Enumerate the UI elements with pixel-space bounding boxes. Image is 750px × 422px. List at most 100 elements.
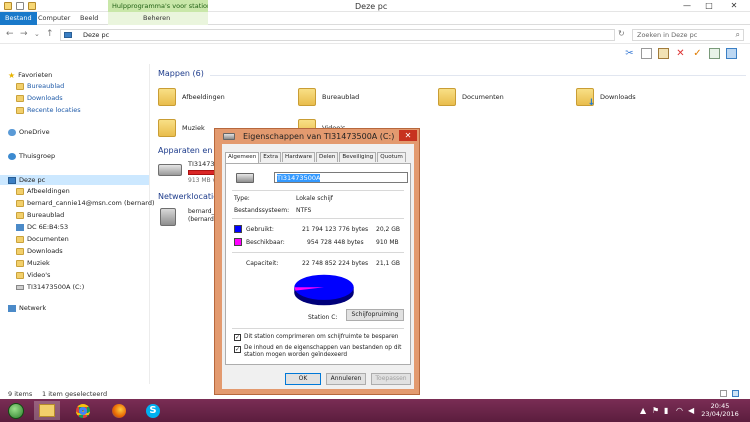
checkmark-icon[interactable]: ✓ (692, 48, 703, 59)
folder-documenten[interactable]: Documenten (438, 84, 568, 110)
taskbar-chrome[interactable] (70, 401, 96, 420)
used-label: Gebruikt: (246, 226, 274, 233)
chrome-icon (76, 403, 90, 418)
index-label: De inhoud en de eigenschappen van bestan… (244, 345, 402, 358)
search-placeholder: Zoeken in Deze pc (637, 31, 698, 39)
new-folder-quick-icon[interactable] (28, 2, 36, 10)
drive-usage-bar (188, 170, 216, 175)
nav-item-videos[interactable]: Video's (16, 271, 50, 279)
tab-beeld[interactable]: Beeld (80, 12, 98, 25)
refresh-icon[interactable]: ↻ (618, 29, 625, 38)
apply-button[interactable]: Toepassen (371, 373, 411, 385)
music-icon (16, 259, 24, 267)
nav-this-pc[interactable]: Deze pc (0, 175, 149, 185)
nav-item-recent[interactable]: Recente locaties (16, 106, 81, 114)
tab-hardware[interactable]: Hardware (282, 152, 316, 162)
folder-afbeeldingen[interactable]: Afbeeldingen (158, 84, 288, 110)
nav-network[interactable]: Netwerk (8, 304, 46, 312)
documents-icon (16, 235, 24, 243)
free-mb: 910 MB (376, 239, 399, 246)
tab-delen[interactable]: Delen (316, 152, 339, 162)
compress-checkbox[interactable]: ✓ (234, 334, 241, 341)
ok-button[interactable]: OK (285, 373, 321, 385)
address-bar[interactable]: Deze pc (60, 29, 615, 41)
up-arrow-icon[interactable]: ↑ (46, 29, 54, 39)
taskbar-firefox[interactable] (106, 401, 132, 420)
network-section-header[interactable]: Netwerklocatie (158, 192, 218, 201)
cut-icon[interactable]: ✂ (624, 48, 635, 59)
nav-item-documenten[interactable]: Documenten (16, 235, 69, 243)
disk-usage-pie (294, 274, 354, 306)
drive-label-input[interactable]: TI31473500A (274, 172, 408, 183)
nav-item-drive-c[interactable]: TI31473500A (C:) (16, 283, 84, 291)
tab-beheren[interactable]: Beheren (143, 12, 170, 25)
details-view-icon[interactable] (720, 390, 727, 397)
folder-bureaublad[interactable]: Bureaublad (298, 84, 428, 110)
tray-network-icon[interactable]: ▮ (664, 406, 668, 415)
drive-title-icon (223, 133, 235, 140)
close-button[interactable]: ✕ (720, 0, 748, 11)
copy-icon[interactable] (641, 48, 652, 59)
status-item-count: 9 items (8, 390, 33, 398)
taskbar-explorer[interactable] (34, 401, 60, 420)
tab-algemeen[interactable]: Algemeen (225, 152, 260, 163)
forward-arrow-icon[interactable]: → (20, 29, 28, 39)
nav-favorites[interactable]: ★ Favorieten (8, 71, 52, 79)
tray-volume-icon[interactable]: ◀ (688, 406, 694, 415)
nav-item-muziek[interactable]: Muziek (16, 259, 50, 267)
cancel-button[interactable]: Annuleren (326, 373, 366, 385)
computer-tool-icon[interactable] (726, 48, 737, 59)
tab-extra[interactable]: Extra (260, 152, 282, 162)
folder-downloads[interactable]: Downloads (576, 84, 706, 110)
tab-beveiliging[interactable]: Beveiliging (339, 152, 377, 162)
folder-icon (438, 88, 456, 106)
tray-flag-icon[interactable]: ⚑ (652, 406, 659, 415)
maximize-button[interactable]: □ (698, 0, 720, 11)
tiles-view-icon[interactable] (732, 390, 739, 397)
quick-access-icon[interactable] (4, 2, 12, 10)
nav-item-bureaublad[interactable]: Bureaublad (16, 82, 64, 90)
back-arrow-icon[interactable]: ← (6, 29, 14, 39)
nav-item-downloads[interactable]: Downloads (16, 94, 63, 102)
start-orb-icon (8, 402, 24, 419)
recent-chevron-icon[interactable]: ⌄ (34, 30, 40, 38)
folders-section-header[interactable]: Mappen (6) (158, 69, 204, 78)
nav-item-dc[interactable]: DC 6E:B4:53 (16, 223, 68, 231)
network-icon (8, 304, 16, 312)
taskbar-skype[interactable]: S (140, 401, 166, 420)
dialog-body: Algemeen Extra Hardware Delen Beveiligin… (222, 144, 414, 389)
start-button[interactable] (3, 401, 29, 420)
minimize-button[interactable]: — (676, 0, 698, 11)
nav-item-afbeeldingen[interactable]: Afbeeldingen (16, 187, 70, 195)
computer-icon (64, 32, 72, 38)
delete-icon[interactable]: ✕ (675, 48, 686, 59)
nav-item-bureaublad-pc[interactable]: Bureaublad (16, 211, 64, 219)
tray-chevron-icon[interactable]: ▲ (640, 406, 646, 415)
tray-wifi-icon[interactable]: ◠ (676, 406, 683, 415)
search-input[interactable]: Zoeken in Deze pc ⌕ (632, 29, 744, 41)
hard-drive-icon (158, 164, 182, 176)
divider (232, 190, 404, 191)
nav-item-downloads-pc[interactable]: Downloads (16, 247, 63, 255)
devices-section-header[interactable]: Apparaten en s (158, 146, 219, 155)
properties-quick-icon[interactable] (16, 2, 24, 10)
nav-item-user-folder[interactable]: bernard_cannie14@msn.com (bernard) (16, 199, 155, 207)
taskbar-clock[interactable]: 20:45 23/04/2016 (700, 402, 740, 418)
nav-onedrive[interactable]: OneDrive (8, 128, 50, 136)
drive-c-tile[interactable]: TI3147350 913 MB v (156, 160, 223, 188)
tab-bestand[interactable]: Bestand (0, 12, 37, 25)
tab-quotum[interactable]: Quotum (377, 152, 406, 162)
free-label: Beschikbaar: (246, 239, 285, 246)
nav-homegroup[interactable]: Thuisgroep (8, 152, 55, 160)
skype-icon: S (146, 403, 160, 418)
search-icon[interactable]: ⌕ (736, 30, 740, 40)
recent-icon (16, 106, 24, 114)
index-checkbox[interactable]: ✓ (234, 346, 241, 353)
dialog-close-button[interactable]: ✕ (399, 130, 417, 141)
folder-icon (298, 88, 316, 106)
tab-computer[interactable]: Computer (38, 12, 70, 25)
email-icon[interactable] (709, 48, 720, 59)
navigation-pane: ★ Favorieten Bureaublad Downloads Recente… (0, 64, 155, 384)
disk-cleanup-button[interactable]: Schijfopruiming (346, 309, 404, 321)
paste-icon[interactable] (658, 48, 669, 59)
